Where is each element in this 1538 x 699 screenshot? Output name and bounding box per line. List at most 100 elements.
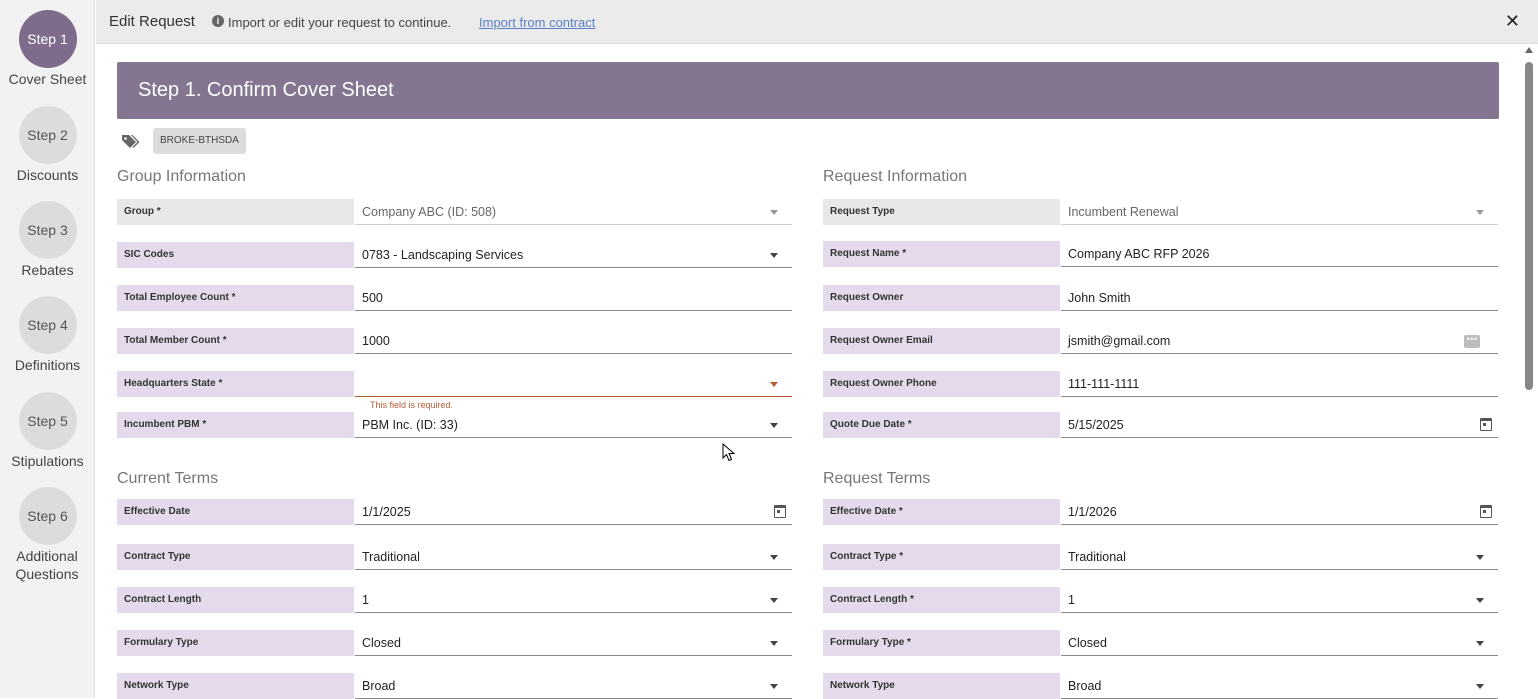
info-icon: i bbox=[212, 15, 224, 27]
group-information-heading: Group Information bbox=[117, 168, 246, 185]
current-contract-length-value: 1 bbox=[362, 593, 369, 607]
request-network-type-value: Broad bbox=[1068, 679, 1102, 693]
request-name-input[interactable]: Company ABC RFP 2026 bbox=[1061, 241, 1498, 267]
chevron-down-icon bbox=[770, 253, 778, 258]
group-value: Company ABC (ID: 508) bbox=[362, 205, 497, 219]
current-contract-type-label: Contract Type bbox=[117, 544, 354, 570]
chevron-down-icon bbox=[1476, 641, 1484, 646]
step-3-circle[interactable]: Step 3 bbox=[18, 201, 77, 259]
step-banner: Step 1. Confirm Cover Sheet bbox=[117, 62, 1499, 119]
incumbent-pbm-label: Incumbent PBM * bbox=[117, 412, 354, 438]
step-3-label: Rebates bbox=[21, 262, 74, 278]
total-employee-count-label: Total Employee Count * bbox=[117, 285, 354, 311]
request-owner-email-input[interactable]: jsmith@gmail.com ••• bbox=[1061, 328, 1498, 354]
current-formulary-type-label: Formulary Type bbox=[117, 630, 354, 656]
step-3-rebates[interactable]: Step 3 Rebates bbox=[0, 201, 95, 279]
step-2-discounts[interactable]: Step 2 Discounts bbox=[0, 106, 95, 184]
step-5-stipulations[interactable]: Step 5 Stipulations bbox=[0, 392, 95, 470]
total-member-count-label: Total Member Count * bbox=[117, 328, 354, 354]
step-6-label: Additional Questions bbox=[15, 548, 79, 582]
incumbent-pbm-select[interactable]: PBM Inc. (ID: 33) bbox=[355, 412, 792, 438]
current-formulary-type-select[interactable]: Closed bbox=[355, 630, 792, 656]
request-owner-phone-label: Request Owner Phone bbox=[823, 371, 1060, 397]
tags-icon bbox=[122, 135, 140, 148]
headquarters-state-label: Headquarters State * bbox=[117, 371, 354, 397]
request-owner-input[interactable]: John Smith bbox=[1061, 285, 1498, 311]
close-icon[interactable]: ✕ bbox=[1505, 11, 1520, 32]
request-contract-length-label: Contract Length * bbox=[823, 587, 1060, 613]
step-6-circle[interactable]: Step 6 bbox=[18, 487, 77, 545]
current-effective-date-input[interactable]: 1/1/2025 bbox=[355, 499, 792, 525]
request-owner-email-value: jsmith@gmail.com bbox=[1068, 334, 1171, 348]
request-contract-length-value: 1 bbox=[1068, 593, 1075, 607]
step-5-circle[interactable]: Step 5 bbox=[18, 392, 77, 450]
step-navigation: Step 1 Cover Sheet Step 2 Discounts Step… bbox=[0, 0, 95, 698]
import-from-contract-link[interactable]: Import from contract bbox=[479, 15, 595, 30]
step-2-label: Discounts bbox=[16, 167, 79, 183]
step-1-circle[interactable]: Step 1 bbox=[18, 10, 77, 68]
tag-chip[interactable]: BROKE-BTHSDA bbox=[153, 128, 246, 154]
chevron-down-icon bbox=[770, 210, 778, 215]
scroll-up-arrow[interactable] bbox=[1525, 47, 1533, 53]
request-contract-type-label: Contract Type * bbox=[823, 544, 1060, 570]
quote-due-date-label: Quote Due Date * bbox=[823, 412, 1060, 438]
request-effective-date-label: Effective Date * bbox=[823, 499, 1060, 525]
calendar-icon[interactable] bbox=[1480, 418, 1492, 431]
step-1-cover-sheet[interactable]: Step 1 Cover Sheet bbox=[0, 10, 95, 88]
calendar-icon[interactable] bbox=[774, 505, 786, 518]
request-formulary-type-select[interactable]: Closed bbox=[1061, 630, 1498, 656]
step-2-circle[interactable]: Step 2 bbox=[18, 106, 77, 164]
more-options-icon[interactable]: ••• bbox=[1464, 335, 1480, 348]
request-contract-length-select[interactable]: 1 bbox=[1061, 587, 1498, 613]
sic-codes-label: SIC Codes bbox=[117, 242, 354, 268]
request-formulary-type-value: Closed bbox=[1068, 636, 1107, 650]
chevron-down-icon bbox=[770, 641, 778, 646]
request-network-type-label: Network Type bbox=[823, 673, 1060, 699]
current-formulary-type-value: Closed bbox=[362, 636, 401, 650]
request-type-label: Request Type bbox=[823, 199, 1060, 225]
group-select[interactable]: Company ABC (ID: 508) bbox=[355, 199, 792, 225]
chevron-down-icon bbox=[770, 423, 778, 428]
scrollbar-thumb[interactable] bbox=[1525, 62, 1533, 390]
total-employee-count-input[interactable]: 500 bbox=[355, 285, 792, 311]
current-effective-date-label: Effective Date bbox=[117, 499, 354, 525]
request-type-select[interactable]: Incumbent Renewal bbox=[1061, 199, 1498, 225]
request-contract-type-select[interactable]: Traditional bbox=[1061, 544, 1498, 570]
current-contract-type-select[interactable]: Traditional bbox=[355, 544, 792, 570]
request-effective-date-input[interactable]: 1/1/2026 bbox=[1061, 499, 1498, 525]
dialog-header: Edit Request i Import or edit your reque… bbox=[96, 0, 1538, 44]
step-6-additional-questions[interactable]: Step 6 Additional Questions bbox=[0, 487, 95, 583]
sic-codes-value: 0783 - Landscaping Services bbox=[362, 248, 524, 262]
request-contract-type-value: Traditional bbox=[1068, 550, 1126, 564]
request-owner-label: Request Owner bbox=[823, 285, 1060, 311]
total-member-count-input[interactable]: 1000 bbox=[355, 328, 792, 354]
step-5-label: Stipulations bbox=[11, 453, 84, 469]
chevron-down-icon bbox=[1476, 555, 1484, 560]
request-formulary-type-label: Formulary Type * bbox=[823, 630, 1060, 656]
step-4-label: Definitions bbox=[14, 357, 81, 373]
headquarters-state-select[interactable] bbox=[355, 371, 792, 397]
current-network-type-select[interactable]: Broad bbox=[355, 673, 792, 699]
current-effective-date-value: 1/1/2025 bbox=[362, 505, 411, 519]
current-contract-type-value: Traditional bbox=[362, 550, 420, 564]
request-network-type-select[interactable]: Broad bbox=[1061, 673, 1498, 699]
chevron-down-icon bbox=[1476, 598, 1484, 603]
chevron-down-icon bbox=[770, 684, 778, 689]
step-4-circle[interactable]: Step 4 bbox=[18, 296, 77, 354]
request-information-heading: Request Information bbox=[823, 168, 968, 185]
dialog-title: Edit Request bbox=[109, 13, 195, 30]
current-network-type-value: Broad bbox=[362, 679, 396, 693]
request-name-label: Request Name * bbox=[823, 241, 1060, 267]
mouse-cursor-icon bbox=[722, 443, 736, 462]
request-effective-date-value: 1/1/2026 bbox=[1068, 505, 1117, 519]
quote-due-date-input[interactable]: 5/15/2025 bbox=[1061, 412, 1498, 438]
request-owner-phone-input[interactable]: 111-111-1111 bbox=[1061, 371, 1498, 397]
request-owner-email-label: Request Owner Email bbox=[823, 328, 1060, 354]
sic-codes-select[interactable]: 0783 - Landscaping Services bbox=[355, 242, 792, 268]
current-terms-heading: Current Terms bbox=[117, 470, 219, 487]
chevron-down-icon bbox=[770, 598, 778, 603]
calendar-icon[interactable] bbox=[1480, 505, 1492, 518]
current-contract-length-select[interactable]: 1 bbox=[355, 587, 792, 613]
step-4-definitions[interactable]: Step 4 Definitions bbox=[0, 296, 95, 374]
quote-due-date-value: 5/15/2025 bbox=[1068, 418, 1124, 432]
